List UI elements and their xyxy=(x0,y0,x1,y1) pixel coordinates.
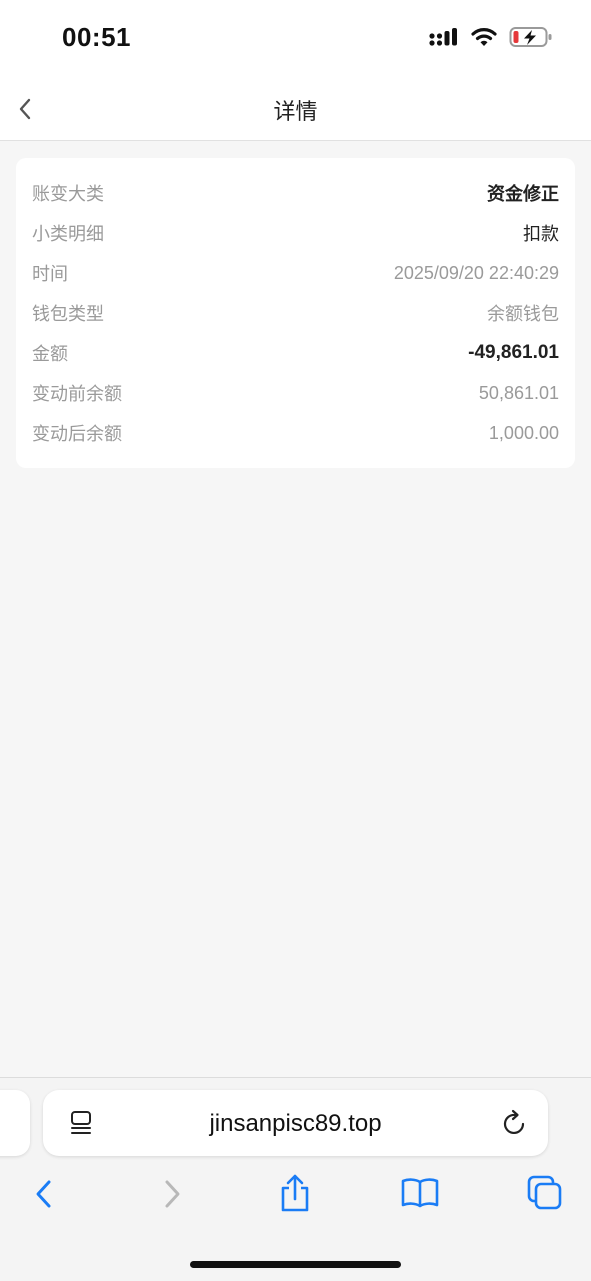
detail-value: 余额钱包 xyxy=(487,304,559,324)
tabs-icon[interactable] xyxy=(526,1174,564,1212)
detail-card: 账变大类 资金修正 小类明细 扣款 时间 2025/09/20 22:40:29… xyxy=(16,158,575,468)
detail-row-wallet-type: 钱包类型 余额钱包 xyxy=(32,293,559,333)
detail-label: 变动后余额 xyxy=(32,424,122,444)
detail-value: 资金修正 xyxy=(487,184,559,204)
previous-tab-preview[interactable] xyxy=(0,1090,30,1156)
browser-toolbar xyxy=(0,1170,591,1230)
status-icons xyxy=(429,26,553,48)
bookmarks-icon[interactable] xyxy=(400,1176,440,1210)
forward-arrow-icon[interactable] xyxy=(158,1176,186,1212)
detail-value: 50,861.01 xyxy=(478,382,559,403)
back-arrow-icon[interactable] xyxy=(30,1176,58,1212)
reload-icon[interactable] xyxy=(502,1109,528,1137)
url-text[interactable]: jinsanpisc89.top xyxy=(43,1110,548,1138)
amount-value: -49,861.01 xyxy=(468,342,559,363)
detail-label: 金额 xyxy=(32,344,68,364)
detail-label: 小类明细 xyxy=(32,224,104,244)
status-time: 00:51 xyxy=(62,22,131,52)
detail-label: 变动前余额 xyxy=(32,384,122,404)
browser-bottom-bar: jinsanpisc89.top xyxy=(0,1077,591,1281)
detail-row-balance-before: 变动前余额 50,861.01 xyxy=(32,373,559,413)
detail-value: 扣款 xyxy=(523,224,559,244)
share-icon[interactable] xyxy=(278,1172,312,1214)
wifi-icon xyxy=(471,28,497,46)
detail-row-balance-after: 变动后余额 1,000.00 xyxy=(32,413,559,453)
detail-row-amount: 金额 -49,861.01 xyxy=(32,333,559,373)
status-bar: 00:51 xyxy=(0,0,591,80)
detail-value: 1,000.00 xyxy=(488,422,559,443)
detail-value: 2025/09/20 22:40:29 xyxy=(393,262,559,283)
home-indicator xyxy=(190,1261,401,1268)
detail-row-subcategory: 小类明细 扣款 xyxy=(32,213,559,253)
detail-row-time: 时间 2025/09/20 22:40:29 xyxy=(32,253,559,293)
detail-label: 时间 xyxy=(32,264,68,284)
detail-label: 账变大类 xyxy=(32,184,104,204)
battery-charging-icon xyxy=(509,27,552,47)
cellular-signal-icon xyxy=(429,28,457,46)
detail-label: 钱包类型 xyxy=(32,304,104,324)
page-title: 详情 xyxy=(273,99,318,124)
detail-row-category: 账变大类 资金修正 xyxy=(32,173,559,213)
address-bar[interactable]: jinsanpisc89.top xyxy=(43,1090,548,1156)
nav-bar: 详情 xyxy=(0,80,591,141)
